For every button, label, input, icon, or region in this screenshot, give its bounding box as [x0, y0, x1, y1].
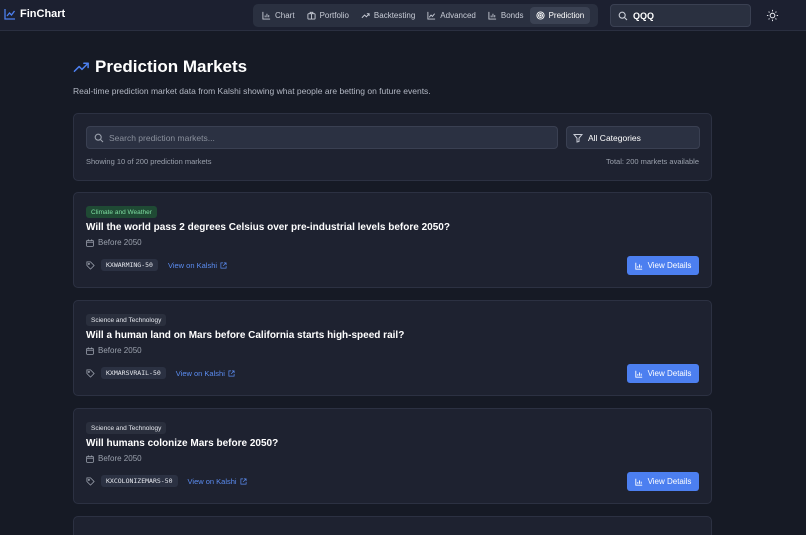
line-chart-icon: [427, 11, 436, 20]
view-on-kalshi-link[interactable]: View on Kalshi: [188, 477, 247, 486]
nav-label: Backtesting: [373, 11, 416, 20]
tag-icon: [86, 260, 95, 270]
calendar-icon: [86, 346, 94, 355]
market-ticker: KXMARSVRAIL-50: [101, 367, 166, 379]
bar-chart-icon: [634, 478, 642, 486]
page-subtitle: Real-time prediction market data from Ka…: [73, 86, 431, 96]
market-card: Science and Technology Will humans colon…: [73, 408, 712, 504]
external-link-icon: [240, 478, 247, 484]
page-header: Prediction Markets: [73, 57, 247, 77]
nav-label: Portfolio: [319, 11, 349, 20]
link-label: View on Kalshi: [187, 476, 237, 486]
briefcase-icon: [307, 11, 316, 20]
target-icon: [536, 11, 545, 20]
showing-count: Showing 10 of 200 prediction markets: [86, 157, 212, 166]
symbol-search-input[interactable]: [633, 10, 743, 21]
market-card: Climate and Weather Will the world pass …: [73, 192, 712, 288]
view-details-button[interactable]: View Details: [627, 472, 699, 491]
nav-item-portfolio[interactable]: Portfolio: [301, 7, 355, 24]
nav-item-bonds[interactable]: Bonds: [482, 7, 530, 24]
link-label: View on Kalshi: [175, 368, 225, 378]
button-label: View Details: [647, 261, 692, 270]
market-meta: KXCOLONIZEMARS-50 View on Kalshi: [86, 475, 247, 487]
nav-label: Advanced: [440, 11, 476, 20]
button-label: View Details: [647, 477, 692, 486]
category-select-value: All Categories: [588, 132, 641, 143]
nav-item-advanced[interactable]: Advanced: [421, 7, 482, 24]
market-title: Will the world pass 2 degrees Celsius ov…: [86, 222, 450, 233]
filter-panel: All Categories Showing 10 of 200 predict…: [73, 113, 712, 181]
view-details-button[interactable]: View Details: [627, 364, 699, 383]
market-title: Will a human land on Mars before Califor…: [86, 330, 405, 341]
sun-icon[interactable]: [766, 9, 779, 22]
bar-chart-icon: [634, 262, 642, 270]
external-link-icon: [228, 370, 235, 376]
market-date-text: Before 2050: [98, 346, 142, 355]
page-title: Prediction Markets: [95, 57, 248, 76]
brand-name: FinChart: [20, 8, 66, 20]
brand-logo[interactable]: FinChart: [4, 8, 65, 20]
category-select[interactable]: All Categories: [566, 126, 700, 149]
market-search[interactable]: [86, 126, 558, 149]
view-on-kalshi-link[interactable]: View on Kalshi: [176, 369, 235, 378]
market-card: [73, 516, 712, 535]
market-title: Will humans colonize Mars before 2050?: [86, 438, 279, 449]
market-card: Science and Technology Will a human land…: [73, 300, 712, 396]
market-date: Before 2050: [86, 238, 142, 247]
trend-line-icon: [4, 9, 16, 20]
search-icon: [94, 133, 104, 142]
nav-label: Prediction: [548, 11, 585, 20]
view-on-kalshi-link[interactable]: View on Kalshi: [168, 261, 227, 270]
nav-item-chart[interactable]: Chart: [256, 7, 301, 24]
market-meta: KXWARMING-50 View on Kalshi: [86, 259, 227, 271]
button-label: View Details: [647, 369, 692, 378]
bar-chart-icon: [488, 11, 496, 20]
market-ticker: KXWARMING-50: [101, 259, 158, 271]
category-badge: Science and Technology: [86, 314, 167, 326]
nav-item-prediction[interactable]: Prediction: [529, 7, 591, 24]
view-details-button[interactable]: View Details: [627, 256, 699, 275]
calendar-icon: [86, 238, 94, 247]
category-badge: Climate and Weather: [86, 206, 157, 218]
trend-icon: [361, 13, 370, 19]
nav-label: Chart: [275, 11, 295, 20]
bar-chart-icon: [262, 11, 271, 20]
market-date-text: Before 2050: [98, 454, 142, 463]
main-nav: Chart Portfolio Backtesting Advanced Bon…: [253, 4, 598, 27]
total-count: Total: 200 markets available: [606, 157, 699, 166]
top-navbar: FinChart Chart Portfolio Backtesting Adv…: [0, 0, 806, 31]
trending-up-icon: [73, 61, 89, 72]
market-ticker: KXCOLONIZEMARS-50: [101, 475, 178, 487]
market-date: Before 2050: [86, 346, 142, 355]
market-search-input[interactable]: [109, 132, 549, 143]
market-meta: KXMARSVRAIL-50 View on Kalshi: [86, 367, 235, 379]
category-badge: Science and Technology: [86, 422, 167, 434]
market-date-text: Before 2050: [98, 238, 142, 247]
link-label: View on Kalshi: [167, 260, 218, 270]
filter-icon: [573, 133, 583, 143]
search-icon: [618, 11, 628, 20]
nav-item-backtesting[interactable]: Backtesting: [355, 7, 421, 24]
symbol-search[interactable]: [610, 4, 751, 27]
external-link-icon: [220, 262, 227, 268]
tag-icon: [86, 476, 95, 486]
calendar-icon: [86, 454, 94, 463]
bar-chart-icon: [634, 370, 642, 378]
nav-label: Bonds: [500, 11, 524, 20]
tag-icon: [86, 368, 95, 378]
market-date: Before 2050: [86, 454, 142, 463]
